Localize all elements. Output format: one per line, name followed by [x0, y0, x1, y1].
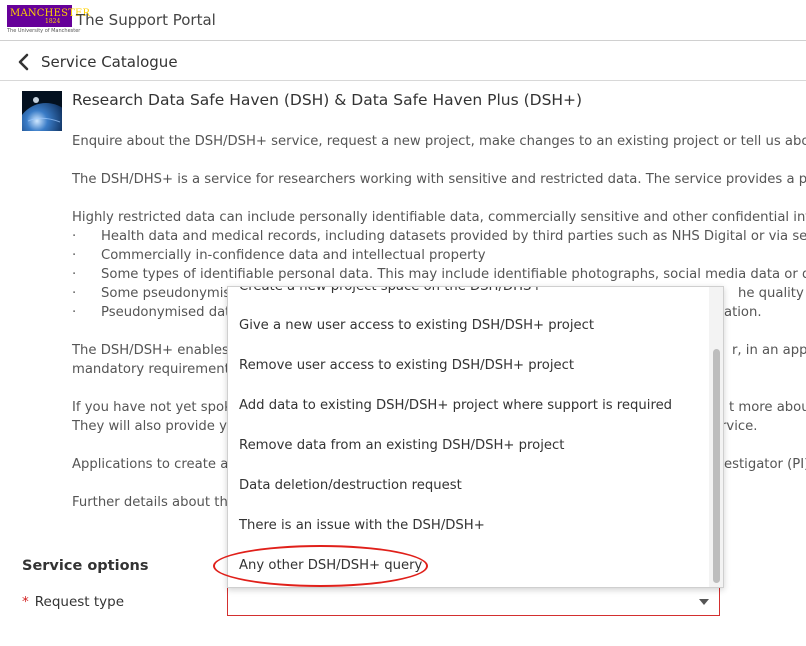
description-paragraph-tail: rvice. — [721, 419, 758, 434]
list-item-text: Commercially in-confidence data and inte… — [101, 248, 486, 263]
logo-subtitle: The University of Manchester — [7, 28, 81, 34]
catalogue-item-image — [22, 91, 62, 131]
bullet-marker: · — [72, 267, 77, 282]
description-paragraph: mandatory requirement — [72, 362, 230, 377]
dropdown-option[interactable]: Data deletion/destruction request — [239, 478, 462, 493]
top-bar: MANCHESTER 1824 The University of Manche… — [0, 0, 806, 41]
dropdown-option[interactable]: Create a new project space on the DSH/DH… — [239, 287, 542, 294]
portal-title[interactable]: The Support Portal — [76, 11, 216, 29]
dropdown-option[interactable]: Any other DSH/DSH+ query — [239, 558, 422, 573]
back-chevron-icon[interactable] — [16, 53, 32, 71]
dropdown-option[interactable]: Remove data from an existing DSH/DSH+ pr… — [239, 438, 564, 453]
breadcrumb-bar: Service Catalogue — [0, 41, 806, 81]
description-paragraph: If you have not yet spok — [72, 400, 232, 415]
dropdown-chevron-icon[interactable] — [699, 599, 709, 605]
request-type-select[interactable] — [227, 586, 720, 616]
request-type-dropdown-list[interactable]: Create a new project space on the DSH/DH… — [227, 286, 724, 588]
page-title: Service Catalogue — [41, 53, 178, 71]
description-paragraph-tail: estigator (PI) o — [724, 457, 806, 472]
description-paragraph: Enquire about the DSH/DSH+ service, requ… — [72, 134, 806, 149]
list-item-text: Some pseudonymis — [101, 286, 231, 301]
dropdown-option[interactable]: Remove user access to existing DSH/DSH+ … — [239, 358, 574, 373]
description-paragraph: Further details about th — [72, 495, 228, 510]
dropdown-scrollbar[interactable] — [709, 287, 723, 587]
dropdown-scrollbar-thumb[interactable] — [713, 349, 720, 583]
description-paragraph: The DSH/DSH+ enables — [72, 343, 229, 358]
catalogue-item-title: Research Data Safe Haven (DSH) & Data Sa… — [72, 91, 583, 109]
bullet-marker: · — [72, 286, 77, 301]
logo-year: 1824 — [45, 18, 61, 25]
request-type-label-text: Request type — [34, 594, 125, 610]
description-paragraph-tail: r, in an appro — [732, 343, 806, 358]
list-item-text-tail: ation. — [724, 305, 762, 320]
list-item-text: Pseudonymised dat — [101, 305, 231, 320]
dropdown-option[interactable]: There is an issue with the DSH/DSH+ — [239, 518, 485, 533]
description-paragraph-tail: t more about — [729, 400, 806, 415]
dropdown-option[interactable]: Give a new user access to existing DSH/D… — [239, 318, 594, 333]
list-item-text: Some types of identifiable personal data… — [101, 267, 806, 282]
list-item-text-tail: he quality of — [738, 286, 806, 301]
list-item-text: Health data and medical records, includi… — [101, 229, 806, 244]
bullet-marker: · — [72, 229, 77, 244]
description-paragraph: Applications to create a — [72, 457, 229, 472]
description-paragraph: Highly restricted data can include perso… — [72, 210, 806, 225]
university-logo[interactable]: MANCHESTER 1824 The University of Manche… — [7, 5, 90, 34]
request-type-label: * Request type — [22, 594, 124, 610]
bullet-marker: · — [72, 305, 77, 320]
description-paragraph: The DSH/DHS+ is a service for researcher… — [72, 172, 806, 187]
description-paragraph: They will also provide yo — [72, 419, 235, 434]
dropdown-option[interactable]: Add data to existing DSH/DSH+ project wh… — [239, 398, 672, 413]
bullet-marker: · — [72, 248, 77, 263]
service-options-heading: Service options — [22, 558, 149, 574]
required-marker: * — [22, 594, 29, 610]
